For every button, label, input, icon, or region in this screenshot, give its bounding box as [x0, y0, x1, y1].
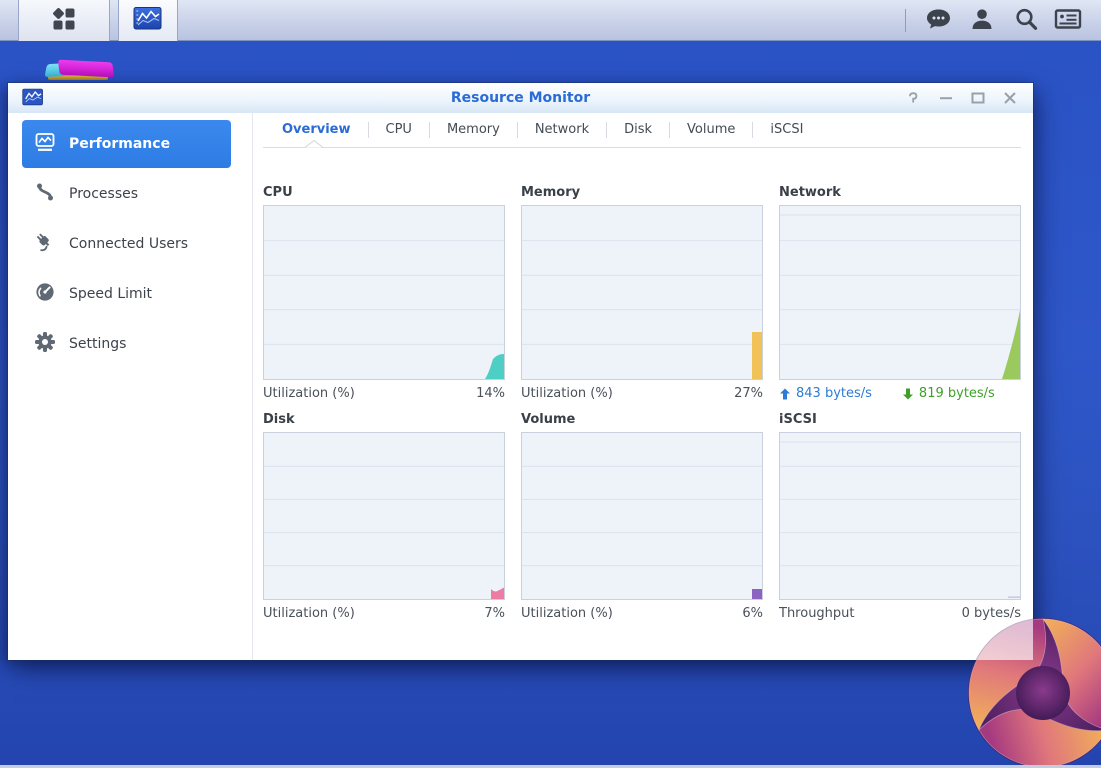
- network-upload-value: 843 bytes/s: [796, 386, 872, 401]
- widgets-icon: [1053, 6, 1083, 36]
- panel-title: CPU: [263, 185, 293, 200]
- taskbar: [0, 0, 1101, 41]
- sidebar-item-label: Settings: [69, 336, 127, 352]
- download-arrow-icon: [902, 388, 913, 399]
- speedometer-icon: [34, 281, 56, 307]
- taskbar-separator: [905, 9, 906, 32]
- panel-title: Disk: [263, 412, 295, 427]
- panel-title: Memory: [521, 185, 581, 200]
- tab-underline: [263, 147, 1021, 148]
- network-upload-stat: 843 bytes/s: [779, 386, 872, 401]
- sidebar-item-label: Processes: [69, 186, 139, 202]
- panel-title: iSCSI: [779, 412, 817, 427]
- chart-footer-label: Throughput: [779, 606, 855, 621]
- minimize-button[interactable]: [934, 89, 958, 107]
- sidebar-item-label: Connected Users: [69, 236, 189, 252]
- panel-disk: Disk Utilization (%) 7%: [263, 412, 505, 621]
- chart-footer-label: Utilization (%): [521, 606, 613, 621]
- tab-volume[interactable]: Volume: [670, 115, 752, 145]
- taskbar-resource-monitor-button[interactable]: [118, 0, 178, 41]
- chart-footer-label: Utilization (%): [263, 386, 355, 401]
- sidebar-item-settings[interactable]: Settings: [22, 320, 231, 368]
- chart-footer-value: 7%: [484, 606, 505, 621]
- volume-utilization-chart: [521, 432, 763, 600]
- window-titlebar[interactable]: Resource Monitor: [8, 83, 1033, 113]
- widgets-button[interactable]: [1051, 7, 1085, 35]
- desktop: Resource Monitor Performance Processes C…: [0, 0, 1101, 768]
- active-tab-notch: [305, 140, 323, 148]
- user-icon: [969, 7, 995, 35]
- tab-iscsi[interactable]: iSCSI: [753, 115, 820, 145]
- performance-icon: [34, 131, 56, 157]
- sidebar-item-connected-users[interactable]: Connected Users: [22, 220, 231, 268]
- chart-footer-value: 14%: [476, 386, 505, 401]
- sidebar-item-label: Performance: [69, 136, 171, 152]
- tab-memory[interactable]: Memory: [430, 115, 517, 145]
- desktop-icon-shape-magenta: [57, 59, 115, 78]
- window-title: Resource Monitor: [450, 90, 591, 106]
- memory-utilization-chart: [521, 205, 763, 380]
- chart-footer-label: Utilization (%): [521, 386, 613, 401]
- chart-footer-label: Utilization (%): [263, 606, 355, 621]
- notifications-button[interactable]: [921, 7, 955, 35]
- chart-footer-value: 27%: [734, 386, 763, 401]
- resource-monitor-window: Resource Monitor Performance Processes C…: [8, 83, 1033, 660]
- network-traffic-chart: [779, 205, 1021, 380]
- sidebar: Performance Processes Connected Users Sp…: [8, 113, 253, 660]
- panel-iscsi: iSCSI Throughput 0 bytes/s: [779, 412, 1021, 621]
- search-button[interactable]: [1009, 7, 1043, 35]
- tab-network[interactable]: Network: [518, 115, 606, 145]
- panel-network: Network 843 bytes/s 819 bytes/s: [779, 185, 1021, 401]
- content-area: Overview CPU Memory Network Disk Volume …: [253, 113, 1033, 660]
- tab-bar: Overview CPU Memory Network Disk Volume …: [265, 115, 820, 145]
- main-menu-icon: [51, 6, 77, 36]
- maximize-button[interactable]: [966, 89, 990, 107]
- resource-monitor-app-icon: [133, 6, 163, 36]
- cpu-utilization-chart: [263, 205, 505, 380]
- sidebar-item-performance[interactable]: Performance: [22, 120, 231, 168]
- network-download-stat: 819 bytes/s: [902, 386, 995, 401]
- panel-title: Network: [779, 185, 841, 200]
- pin-button[interactable]: [901, 89, 925, 107]
- sidebar-item-label: Speed Limit: [69, 286, 153, 302]
- gear-icon: [34, 331, 56, 357]
- panel-volume: Volume Utilization (%) 6%: [521, 412, 763, 621]
- search-icon: [1013, 6, 1039, 36]
- disk-utilization-chart: [263, 432, 505, 600]
- close-button[interactable]: [998, 89, 1022, 107]
- processes-icon: [34, 181, 56, 207]
- chat-icon: [925, 7, 952, 35]
- plug-icon: [34, 231, 56, 257]
- tab-cpu[interactable]: CPU: [369, 115, 429, 145]
- main-menu-button[interactable]: [18, 0, 110, 41]
- upload-arrow-icon: [780, 388, 790, 399]
- panel-title: Volume: [521, 412, 576, 427]
- tab-disk[interactable]: Disk: [607, 115, 669, 145]
- desktop-icon[interactable]: [44, 59, 116, 83]
- sidebar-item-processes[interactable]: Processes: [22, 170, 231, 218]
- chart-footer-value: 6%: [742, 606, 763, 621]
- panel-memory: Memory Utilization (%) 27%: [521, 185, 763, 401]
- sidebar-item-speed-limit[interactable]: Speed Limit: [22, 270, 231, 318]
- network-download-value: 819 bytes/s: [918, 386, 995, 401]
- panel-cpu: CPU Utilization (%) 14%: [263, 185, 505, 401]
- account-button[interactable]: [965, 7, 999, 35]
- iscsi-throughput-chart: [779, 432, 1021, 600]
